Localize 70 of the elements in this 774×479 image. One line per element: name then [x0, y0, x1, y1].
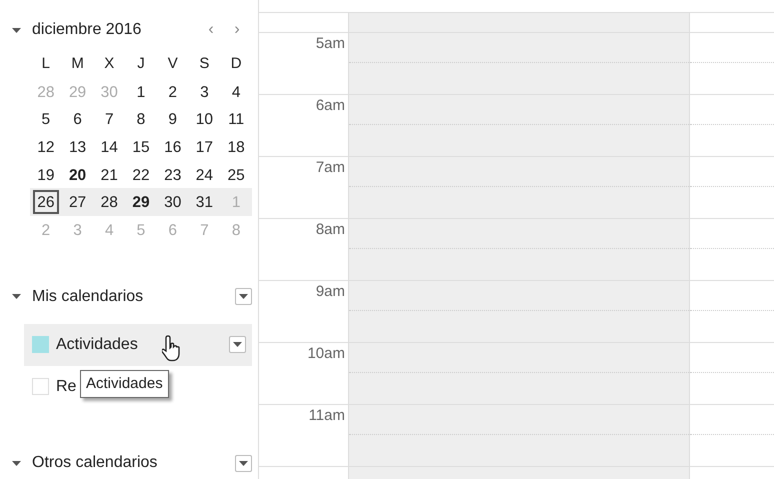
day-cell[interactable]: 12	[32, 134, 59, 159]
calendar-checkbox[interactable]	[32, 378, 49, 396]
tooltip: Actividades	[80, 370, 169, 398]
calendar-label[interactable]: Actividades	[56, 332, 229, 357]
day-cell[interactable]: 1	[128, 80, 154, 104]
day-cell[interactable]: 13	[64, 134, 91, 159]
day-cell[interactable]: 25	[223, 162, 250, 187]
previous-month-button[interactable]: ‹	[204, 18, 218, 42]
time-slot[interactable]	[348, 157, 690, 219]
hour-label: 9am	[316, 283, 345, 301]
day-cell[interactable]: 3	[191, 80, 218, 104]
day-cell[interactable]: 14	[96, 134, 122, 159]
day-cell[interactable]: 5	[32, 107, 59, 132]
day-cell[interactable]: 2	[160, 80, 186, 104]
day-cell[interactable]: 28	[96, 190, 122, 214]
day-cell[interactable]: 10	[191, 107, 218, 132]
day-cell[interactable]: 31	[191, 190, 218, 214]
time-slot[interactable]	[348, 343, 690, 405]
time-slot[interactable]	[348, 219, 690, 281]
weekday-label: J	[136, 54, 146, 74]
day-cell[interactable]: 4	[223, 80, 250, 104]
dropdown-button[interactable]	[235, 288, 252, 306]
caret-icon	[233, 342, 242, 348]
section-title: Mis calendarios	[32, 286, 144, 307]
day-cell[interactable]: 7	[96, 107, 122, 132]
collapse-caret-icon[interactable]	[12, 294, 21, 300]
hour-label: 5am	[316, 35, 345, 53]
day-cell[interactable]: 22	[128, 162, 154, 187]
day-cell[interactable]: 11	[223, 107, 250, 132]
hour-label: 8am	[316, 221, 345, 239]
day-cell[interactable]: 20	[64, 162, 91, 187]
time-slot[interactable]	[348, 95, 690, 157]
time-slot[interactable]	[348, 33, 690, 95]
weekday-label: D	[230, 54, 243, 74]
weekday-label: L	[40, 54, 52, 74]
calendar-checkbox[interactable]	[32, 336, 49, 354]
dropdown-button[interactable]	[235, 454, 252, 472]
day-cell[interactable]: 23	[160, 162, 186, 187]
day-cell[interactable]: 29	[128, 190, 154, 214]
day-cell[interactable]: 21	[96, 162, 122, 187]
day-cell[interactable]: 18	[223, 134, 250, 159]
next-month-button[interactable]: ›	[230, 18, 244, 42]
day-cell[interactable]: 27	[64, 190, 91, 214]
hour-label: 11am	[308, 407, 345, 425]
day-cell[interactable]: 26	[32, 190, 59, 214]
collapse-caret-icon[interactable]	[12, 28, 21, 32]
day-cell[interactable]: 17	[191, 134, 218, 159]
weekday-label: M	[70, 54, 85, 74]
dropdown-button[interactable]	[229, 336, 246, 354]
collapse-caret-icon[interactable]	[12, 460, 21, 466]
hour-label: 7am	[316, 159, 345, 177]
day-cell[interactable]: 6	[64, 107, 91, 132]
time-slot[interactable]	[348, 405, 690, 467]
caret-icon	[239, 460, 248, 466]
day-cell[interactable]: 16	[160, 134, 186, 159]
day-cell[interactable]: 8	[128, 107, 154, 132]
day-cell[interactable]: 9	[160, 107, 186, 132]
time-slot[interactable]	[348, 281, 690, 343]
day-cell[interactable]: 15	[128, 134, 154, 159]
day-cell[interactable]: 24	[191, 162, 218, 187]
day-cell[interactable]: 30	[160, 190, 186, 214]
day-cell[interactable]: 19	[32, 162, 59, 187]
weekday-label: V	[166, 54, 179, 74]
weekday-label: S	[198, 54, 210, 74]
month-title: diciembre 2016	[32, 20, 142, 40]
section-title: Otros calendarios	[32, 453, 158, 473]
hour-label: 10am	[307, 345, 345, 363]
weekday-label: X	[103, 54, 116, 74]
caret-icon	[239, 294, 248, 300]
hour-label: 6am	[316, 97, 345, 115]
